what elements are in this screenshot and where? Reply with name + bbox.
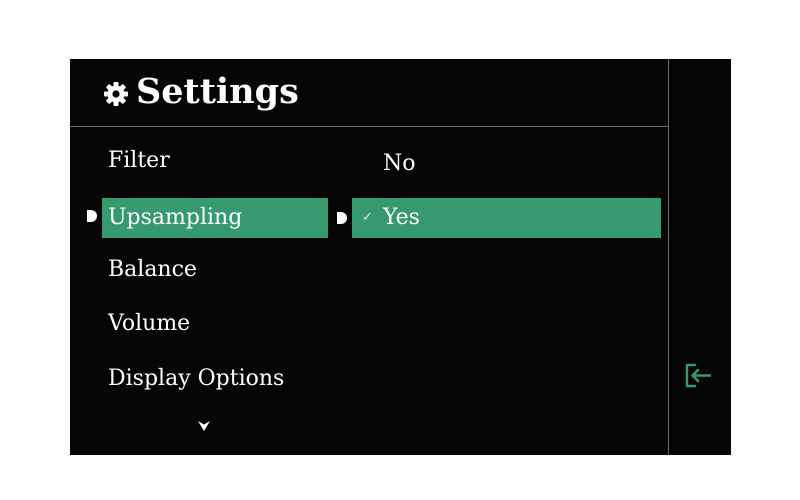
title-bar: Settings: [70, 59, 668, 127]
option-pointer-icon: [337, 212, 347, 224]
menu-item-upsampling[interactable]: Upsampling: [102, 198, 328, 238]
side-panel: [668, 59, 731, 455]
settings-screen: Settings Filter Upsampling Balance Volum…: [70, 59, 731, 455]
check-icon: ✓: [362, 210, 373, 225]
page-title: Settings: [136, 71, 299, 112]
menu-item-display-options[interactable]: Display Options: [102, 359, 328, 399]
gear-icon: [104, 82, 128, 106]
exit-icon[interactable]: [682, 359, 714, 391]
selection-pointer-icon: [87, 210, 97, 222]
chevron-down-icon[interactable]: [198, 421, 210, 431]
menu-item-filter[interactable]: Filter: [102, 141, 328, 181]
option-yes-label: Yes: [383, 205, 420, 230]
option-no[interactable]: No: [352, 144, 661, 184]
menu-item-balance[interactable]: Balance: [102, 250, 328, 290]
menu-item-volume[interactable]: Volume: [102, 304, 328, 344]
main-panel: Settings Filter Upsampling Balance Volum…: [70, 59, 668, 455]
option-yes[interactable]: ✓ Yes: [352, 198, 661, 238]
